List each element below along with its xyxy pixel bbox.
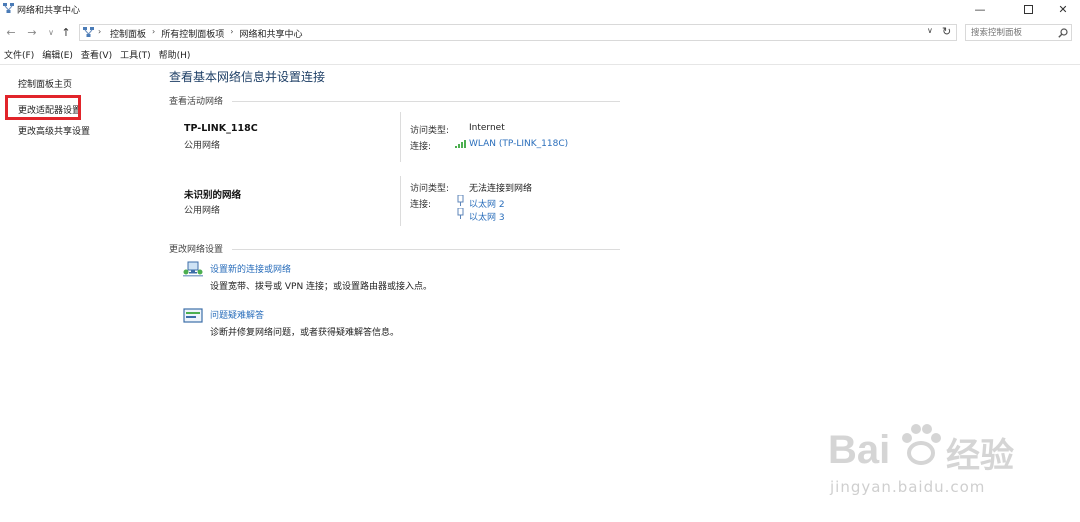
paw-icon	[902, 424, 941, 465]
menu-tools[interactable]: 工具(T)	[116, 49, 155, 63]
minimize-button[interactable]: —	[963, 0, 997, 18]
ethernet-icon	[457, 195, 464, 206]
menu-help[interactable]: 帮助(H)	[155, 49, 195, 63]
access-type-value: Internet	[469, 123, 505, 133]
back-button[interactable]: ←	[4, 25, 18, 39]
maximize-icon	[1023, 4, 1033, 14]
address-dropdown-icon[interactable]: ∨	[927, 26, 933, 35]
watermark-url: jingyan.baidu.com	[830, 478, 986, 496]
network-category-link[interactable]: 公用网络	[184, 138, 220, 151]
connections-label: 连接:	[410, 200, 432, 210]
breadcrumb-chevron-icon[interactable]: ›	[230, 27, 233, 40]
baidu-watermark: Bai 经验 jingyan.baidu.com	[828, 420, 1068, 515]
breadcrumb-root-chevron-icon[interactable]: ›	[98, 27, 101, 36]
menu-edit[interactable]: 编辑(E)	[38, 49, 77, 63]
breadcrumb-chevron-icon[interactable]: ›	[152, 27, 155, 40]
control-panel-icon	[83, 27, 94, 37]
divider	[0, 64, 1080, 65]
access-type-label: 访问类型:	[410, 126, 450, 136]
navigation-bar: ← → ∨ ↑ › 控制面板 › 所有控制面板项 › 网络和共享中心 ∨ ↻	[0, 22, 1080, 44]
breadcrumb-item-all-items[interactable]: 所有控制面板项	[161, 27, 224, 40]
troubleshoot-link[interactable]: 问题疑难解答	[210, 308, 264, 321]
wifi-signal-icon	[455, 140, 466, 148]
ethernet-icon	[457, 208, 464, 219]
minimize-icon: —	[974, 2, 986, 16]
sidebar-item-advanced-sharing[interactable]: 更改高级共享设置	[18, 124, 90, 137]
search-icon[interactable]	[1058, 28, 1068, 38]
up-button[interactable]: ↑	[59, 25, 73, 39]
new-connection-icon	[183, 261, 203, 277]
section-heading-active-networks: 查看活动网络	[169, 97, 224, 107]
troubleshoot-description: 诊断并修复网络问题，或者获得疑难解答信息。	[210, 328, 400, 338]
section-heading-change-settings: 更改网络设置	[169, 245, 224, 255]
refresh-icon[interactable]: ↻	[942, 25, 951, 38]
network-name: TP-LINK_118C	[184, 123, 258, 134]
setup-new-connection-description: 设置宽带、拨号或 VPN 连接；或设置路由器或接入点。	[210, 282, 433, 292]
menu-file[interactable]: 文件(F)	[0, 49, 38, 63]
close-icon: ✕	[1058, 2, 1068, 16]
menu-view[interactable]: 查看(V)	[77, 49, 116, 63]
connection-link-wlan[interactable]: WLAN (TP-LINK_118C)	[469, 139, 568, 149]
menu-bar: 文件(F) 编辑(E) 查看(V) 工具(T) 帮助(H)	[0, 49, 194, 63]
page-title: 查看基本网络信息并设置连接	[169, 70, 326, 84]
breadcrumb: 控制面板 › 所有控制面板项 › 网络和共享中心	[110, 27, 302, 40]
title-bar: 网络和共享中心 — ✕	[0, 0, 1080, 18]
network-center-icon	[3, 3, 14, 13]
troubleshoot-icon	[183, 308, 203, 323]
connection-link-ethernet-2[interactable]: 以太网 2	[469, 197, 505, 210]
network-category-link[interactable]: 公用网络	[184, 203, 220, 216]
window-title: 网络和共享中心	[17, 6, 81, 16]
search-box	[965, 24, 1072, 41]
breadcrumb-item-network-center[interactable]: 网络和共享中心	[239, 27, 302, 40]
arrow-left-icon: ←	[6, 25, 16, 39]
access-type-label: 访问类型:	[410, 184, 450, 194]
recent-pages-button[interactable]: ∨	[44, 25, 58, 39]
chevron-down-icon: ∨	[48, 27, 54, 37]
watermark-brand: Bai	[828, 428, 891, 472]
address-bar[interactable]: › 控制面板 › 所有控制面板项 › 网络和共享中心 ∨ ↻	[79, 24, 957, 41]
maximize-button[interactable]	[1011, 0, 1045, 18]
arrow-right-icon: →	[27, 25, 37, 39]
sidebar-item-control-panel-home[interactable]: 控制面板主页	[18, 77, 72, 90]
forward-button[interactable]: →	[25, 25, 39, 39]
arrow-up-icon: ↑	[61, 25, 71, 39]
setup-new-connection-link[interactable]: 设置新的连接或网络	[210, 262, 291, 275]
access-type-value: 无法连接到网络	[469, 184, 533, 194]
section-divider	[232, 101, 620, 102]
highlight-box	[5, 95, 81, 120]
section-divider	[232, 249, 620, 250]
column-divider	[400, 112, 401, 162]
close-button[interactable]: ✕	[1046, 0, 1080, 18]
column-divider	[400, 176, 401, 226]
watermark-brand-suffix: 经验	[946, 436, 1014, 476]
search-input[interactable]	[971, 26, 1055, 39]
network-name: 未识别的网络	[184, 190, 242, 201]
breadcrumb-item-control-panel[interactable]: 控制面板	[110, 27, 146, 40]
connection-link-ethernet-3[interactable]: 以太网 3	[469, 210, 505, 223]
connections-label: 连接:	[410, 142, 432, 152]
